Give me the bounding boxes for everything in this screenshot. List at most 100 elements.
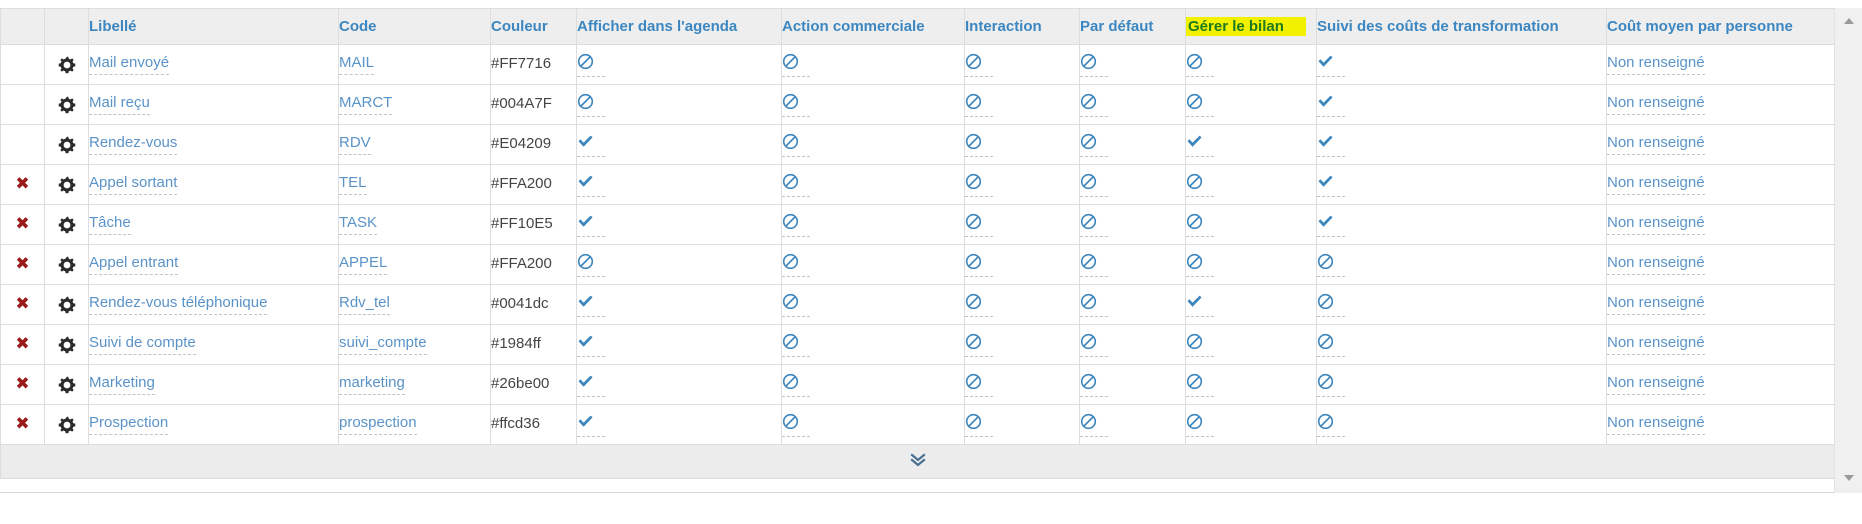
row-delete-cell[interactable]: ✖ <box>0 324 45 365</box>
chevron-double-down-icon[interactable] <box>909 452 927 467</box>
cell-couleur[interactable]: #FF7716 <box>490 44 577 85</box>
cout-value[interactable]: Non renseigné <box>1607 214 1705 235</box>
cell-defaut[interactable] <box>1079 244 1186 285</box>
delete-icon[interactable]: ✖ <box>15 256 29 273</box>
cell-suivi[interactable] <box>1316 164 1607 205</box>
cell-couleur[interactable]: #ffcd36 <box>490 404 577 445</box>
bilan-toggle[interactable] <box>1186 172 1214 197</box>
row-settings-cell[interactable] <box>44 324 89 365</box>
cell-agenda[interactable] <box>576 404 782 445</box>
defaut-toggle[interactable] <box>1080 372 1108 397</box>
row-settings-cell[interactable] <box>44 284 89 325</box>
bilan-toggle[interactable] <box>1186 412 1214 437</box>
gear-icon[interactable] <box>58 296 76 314</box>
cell-suivi[interactable] <box>1316 84 1607 125</box>
expand-rows-cell[interactable] <box>0 444 1834 479</box>
libelle-value[interactable]: Marketing <box>89 374 155 395</box>
suivi-toggle[interactable] <box>1317 292 1345 317</box>
defaut-toggle[interactable] <box>1080 172 1108 197</box>
bilan-toggle[interactable] <box>1186 133 1214 157</box>
couleur-value[interactable]: #E04209 <box>491 135 551 154</box>
cell-defaut[interactable] <box>1079 324 1186 365</box>
gear-icon[interactable] <box>58 416 76 434</box>
row-settings-cell[interactable] <box>44 244 89 285</box>
gear-icon[interactable] <box>58 136 76 154</box>
agenda-toggle[interactable] <box>577 92 605 117</box>
cell-couleur[interactable]: #FFA200 <box>490 244 577 285</box>
gear-icon[interactable] <box>58 96 76 114</box>
cell-cout[interactable]: Non renseigné <box>1606 244 1834 285</box>
libelle-value[interactable]: Rendez-vous <box>89 134 178 155</box>
agenda-toggle[interactable] <box>577 213 605 237</box>
column-header-bilan[interactable]: Gérer le bilan <box>1185 8 1317 45</box>
libelle-value[interactable]: Tâche <box>89 214 131 235</box>
column-header-interaction[interactable]: Interaction <box>964 8 1080 45</box>
bilan-toggle[interactable] <box>1186 212 1214 237</box>
vertical-scrollbar[interactable] <box>1834 8 1862 493</box>
interaction-toggle[interactable] <box>965 412 993 437</box>
libelle-value[interactable]: Rendez-vous téléphonique <box>89 294 268 315</box>
action-toggle[interactable] <box>782 52 810 77</box>
cell-defaut[interactable] <box>1079 124 1186 165</box>
cell-interaction[interactable] <box>964 324 1080 365</box>
cell-interaction[interactable] <box>964 284 1080 325</box>
cell-suivi[interactable] <box>1316 204 1607 245</box>
cell-interaction[interactable] <box>964 44 1080 85</box>
cout-value[interactable]: Non renseigné <box>1607 374 1705 395</box>
bilan-toggle[interactable] <box>1186 252 1214 277</box>
cell-agenda[interactable] <box>576 284 782 325</box>
cell-defaut[interactable] <box>1079 44 1186 85</box>
defaut-toggle[interactable] <box>1080 52 1108 77</box>
delete-icon[interactable]: ✖ <box>15 416 29 433</box>
cell-code[interactable]: TASK <box>338 204 491 245</box>
bilan-toggle[interactable] <box>1186 332 1214 357</box>
defaut-toggle[interactable] <box>1080 332 1108 357</box>
interaction-toggle[interactable] <box>965 252 993 277</box>
cell-code[interactable]: TEL <box>338 164 491 205</box>
cell-code[interactable]: suivi_compte <box>338 324 491 365</box>
action-toggle[interactable] <box>782 212 810 237</box>
cell-defaut[interactable] <box>1079 284 1186 325</box>
cell-bilan[interactable] <box>1185 164 1317 205</box>
cell-couleur[interactable]: #FFA200 <box>490 164 577 205</box>
defaut-toggle[interactable] <box>1080 292 1108 317</box>
interaction-toggle[interactable] <box>965 52 993 77</box>
libelle-value[interactable]: Appel entrant <box>89 254 179 275</box>
cell-interaction[interactable] <box>964 84 1080 125</box>
cell-cout[interactable]: Non renseigné <box>1606 124 1834 165</box>
cell-couleur[interactable]: #1984ff <box>490 324 577 365</box>
couleur-value[interactable]: #FF7716 <box>491 55 551 74</box>
code-value[interactable]: Rdv_tel <box>339 294 390 315</box>
suivi-toggle[interactable] <box>1317 332 1345 357</box>
code-value[interactable]: MARCT <box>339 94 393 115</box>
column-header-suivi[interactable]: Suivi des coûts de transformation <box>1316 8 1607 45</box>
cell-suivi[interactable] <box>1316 44 1607 85</box>
cell-suivi[interactable] <box>1316 284 1607 325</box>
interaction-toggle[interactable] <box>965 292 993 317</box>
defaut-toggle[interactable] <box>1080 212 1108 237</box>
cell-action[interactable] <box>781 204 965 245</box>
column-header-couleur[interactable]: Couleur <box>490 8 577 45</box>
cell-libelle[interactable]: Appel entrant <box>88 244 339 285</box>
defaut-toggle[interactable] <box>1080 92 1108 117</box>
interaction-toggle[interactable] <box>965 372 993 397</box>
cout-value[interactable]: Non renseigné <box>1607 134 1705 155</box>
gear-icon[interactable] <box>58 176 76 194</box>
cell-couleur[interactable]: #26be00 <box>490 364 577 405</box>
cell-agenda[interactable] <box>576 124 782 165</box>
cell-cout[interactable]: Non renseigné <box>1606 84 1834 125</box>
defaut-toggle[interactable] <box>1080 412 1108 437</box>
cell-code[interactable]: APPEL <box>338 244 491 285</box>
action-toggle[interactable] <box>782 372 810 397</box>
cell-code[interactable]: MARCT <box>338 84 491 125</box>
cell-agenda[interactable] <box>576 84 782 125</box>
code-value[interactable]: MAIL <box>339 54 375 75</box>
action-toggle[interactable] <box>782 292 810 317</box>
gear-icon[interactable] <box>58 376 76 394</box>
libelle-value[interactable]: Suivi de compte <box>89 334 196 355</box>
delete-icon[interactable]: ✖ <box>15 216 29 233</box>
action-toggle[interactable] <box>782 172 810 197</box>
couleur-value[interactable]: #FF10E5 <box>491 215 553 234</box>
agenda-toggle[interactable] <box>577 52 605 77</box>
column-header-code[interactable]: Code <box>338 8 491 45</box>
